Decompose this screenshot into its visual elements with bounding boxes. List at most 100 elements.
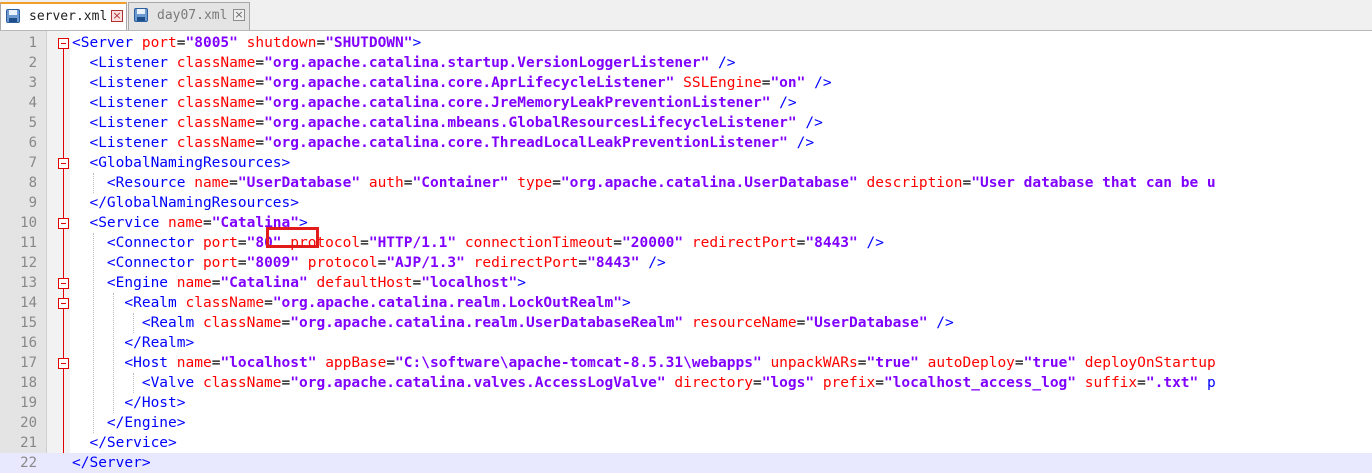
code-text: </Host>: [72, 393, 185, 413]
code-line[interactable]: 12 <Connector port="8009" protocol="AJP/…: [0, 253, 1372, 273]
code-token: resourceName: [691, 315, 797, 331]
code-token: =: [552, 175, 561, 191]
code-token: =: [962, 175, 972, 191]
code-token: <Realm: [141, 315, 203, 331]
code-token: <Connector: [106, 235, 203, 251]
code-text: <Listener className="org.apache.catalina…: [72, 73, 831, 93]
code-token: =: [403, 175, 413, 191]
code-line[interactable]: 1 <Server port="8005" shutdown="SHUTDOWN"…: [0, 33, 1372, 53]
code-text: </Server>: [72, 453, 151, 473]
code-line[interactable]: 10 <Service name="Catalina">: [0, 213, 1372, 233]
code-token: shutdown: [246, 35, 317, 51]
code-token: />: [787, 135, 815, 151]
code-line[interactable]: 14 <Realm className="org.apache.catalina…: [0, 293, 1372, 313]
code-line[interactable]: 3 <Listener className="org.apache.catali…: [0, 73, 1372, 93]
code-token: name: [176, 275, 212, 291]
code-text: <Listener className="org.apache.catalina…: [72, 53, 735, 73]
code-line[interactable]: 18 <Valve className="org.apache.catalina…: [0, 373, 1372, 393]
code-token: <Connector: [106, 255, 203, 271]
code-token: className: [176, 55, 256, 71]
code-text: <Listener className="org.apache.catalina…: [72, 113, 822, 133]
line-number: 19: [20, 395, 37, 411]
code-token: =: [752, 375, 762, 391]
code-token: defaultHost: [316, 275, 413, 291]
code-line[interactable]: 19 </Host>: [0, 393, 1372, 413]
code-token: className: [202, 375, 282, 391]
code-token: >: [517, 275, 526, 291]
code-token: unpackWARs: [770, 355, 858, 371]
fold-toggle-icon[interactable]: [58, 298, 69, 309]
code-token: port: [141, 35, 177, 51]
code-text: <Realm className="org.apache.catalina.re…: [72, 293, 630, 313]
code-line[interactable]: 13 <Engine name="Catalina" defaultHost="…: [0, 273, 1372, 293]
code-token: "org.apache.catalina.realm.LockOutRealm": [272, 295, 623, 311]
code-line[interactable]: 17 <Host name="localhost" appBase="C:\so…: [0, 353, 1372, 373]
code-token: <Realm: [124, 295, 186, 311]
code-token: "20000": [622, 235, 684, 251]
code-editor[interactable]: 1 <Server port="8005" shutdown="SHUTDOWN"…: [0, 31, 1372, 473]
code-line[interactable]: 6 <Listener className="org.apache.catali…: [0, 133, 1372, 153]
code-line[interactable]: 20 </Engine>: [0, 413, 1372, 433]
code-text: <Connector port="80" protocol="HTTP/1.1"…: [72, 233, 884, 253]
code-line[interactable]: 7 <GlobalNamingResources>: [0, 153, 1372, 173]
fold-toggle-icon[interactable]: [58, 38, 69, 49]
close-icon[interactable]: ×: [111, 10, 123, 22]
fold-toggle-icon[interactable]: [58, 358, 69, 369]
line-number: 14: [20, 295, 37, 311]
code-token: "8443": [805, 235, 858, 251]
close-icon[interactable]: ×: [233, 9, 245, 21]
code-token: name: [168, 215, 203, 231]
tab-label: day07.xml: [157, 8, 228, 23]
code-text: <Connector port="8009" protocol="AJP/1.3…: [72, 253, 666, 273]
line-number: 18: [20, 375, 37, 391]
code-text: </GlobalNamingResources>: [72, 193, 299, 213]
line-number: 21: [20, 435, 37, 451]
code-token: autoDeploy: [927, 355, 1015, 371]
code-token: <Listener: [89, 55, 177, 71]
tab-day07-xml[interactable]: day07.xml ×: [128, 2, 250, 30]
code-token: "AJP/1.3": [386, 255, 465, 271]
code-line[interactable]: 4 <Listener className="org.apache.catali…: [0, 93, 1372, 113]
code-line[interactable]: 16 </Realm>: [0, 333, 1372, 353]
fold-toggle-icon[interactable]: [58, 278, 69, 289]
code-token: "org.apache.catalina.mbeans.GlobalResour…: [264, 115, 797, 131]
code-token: "localhost_access_log": [883, 375, 1077, 391]
line-number: 8: [28, 175, 37, 191]
fold-toggle-icon[interactable]: [58, 218, 69, 229]
code-token: =: [412, 275, 422, 291]
code-line[interactable]: 9 </GlobalNamingResources>: [0, 193, 1372, 213]
code-line[interactable]: 15 <Realm className="org.apache.catalina…: [0, 313, 1372, 333]
code-token: =: [255, 135, 265, 151]
code-line[interactable]: 22 </Server>: [0, 453, 1372, 473]
code-token: =: [255, 55, 265, 71]
code-line[interactable]: 8 <Resource name="UserDatabase" auth="Co…: [0, 173, 1372, 193]
port-highlight-box: [266, 227, 319, 248]
code-token: className: [202, 315, 282, 331]
code-token: type: [517, 175, 553, 191]
line-number: 12: [20, 255, 37, 271]
line-number: 16: [20, 335, 37, 351]
line-number: 10: [20, 215, 37, 231]
code-line[interactable]: 11 <Connector port="80" protocol="HTTP/1…: [0, 233, 1372, 253]
code-line[interactable]: 5 <Listener className="org.apache.catali…: [0, 113, 1372, 133]
code-line[interactable]: 2 <Listener className="org.apache.catali…: [0, 53, 1372, 73]
code-token: =: [255, 95, 265, 111]
code-token: className: [176, 95, 256, 111]
line-number: 17: [20, 355, 37, 371]
code-token: port: [202, 235, 238, 251]
code-token: directory: [674, 375, 753, 391]
tab-server-xml[interactable]: server.xml ×: [0, 2, 127, 30]
fold-toggle-icon[interactable]: [58, 158, 69, 169]
code-line[interactable]: 21 </Service>: [0, 433, 1372, 453]
code-token: >: [412, 35, 422, 51]
